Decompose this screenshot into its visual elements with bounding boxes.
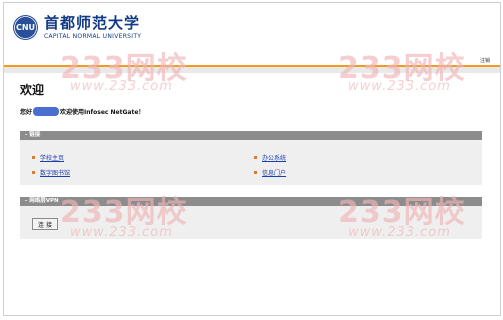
links-panel-title: - 链接: [20, 131, 482, 140]
redacted-username: [33, 107, 60, 116]
welcome-suffix: 欢迎使用Infosec NetGate！: [60, 109, 145, 116]
bullet-icon: [254, 156, 257, 159]
links-list: 学校主页 数字图书馆 办公系统 信息门户: [20, 140, 482, 185]
link-info-portal[interactable]: 信息门户: [254, 168, 286, 177]
header-band: [4, 67, 500, 73]
logout-link[interactable]: 注销: [480, 57, 490, 64]
bullet-icon: [32, 156, 35, 159]
link-label: 数字图书馆: [40, 170, 71, 177]
link-office-system[interactable]: 办公系统: [254, 153, 286, 162]
links-panel: - 链接 学校主页 数字图书馆 办公系统 信息门户: [20, 131, 482, 185]
connect-button[interactable]: 连 接: [32, 218, 58, 230]
watermark-url: www.233.com: [70, 79, 173, 94]
school-name-cn: 首都师范大学: [44, 14, 141, 32]
link-school-homepage[interactable]: 学校主页: [32, 153, 64, 162]
page-frame: CNU 首都师范大学 CAPITAL NORMAL UNIVERSITY 注销 …: [3, 2, 501, 316]
university-seal-logo: CNU: [13, 15, 38, 40]
watermark-url: www.233.com: [348, 79, 451, 94]
seal-text: CNU: [15, 23, 36, 32]
vpn-panel: - 网络层VPN 连 接: [20, 197, 482, 239]
bullet-icon: [32, 171, 35, 174]
welcome-prefix: 您好: [20, 109, 33, 116]
link-label: 办公系统: [262, 155, 287, 162]
vpn-panel-title: - 网络层VPN: [20, 197, 482, 206]
link-label: 信息门户: [262, 170, 287, 177]
link-label: 学校主页: [40, 155, 65, 162]
bullet-icon: [254, 171, 257, 174]
welcome-message: 您好 欢迎使用Infosec NetGate！: [20, 107, 144, 116]
page-title: 欢迎: [20, 83, 45, 97]
link-digital-library[interactable]: 数字图书馆: [32, 168, 70, 177]
header: CNU 首都师范大学 CAPITAL NORMAL UNIVERSITY 注销: [4, 3, 500, 65]
school-name-en: CAPITAL NORMAL UNIVERSITY: [44, 33, 142, 40]
